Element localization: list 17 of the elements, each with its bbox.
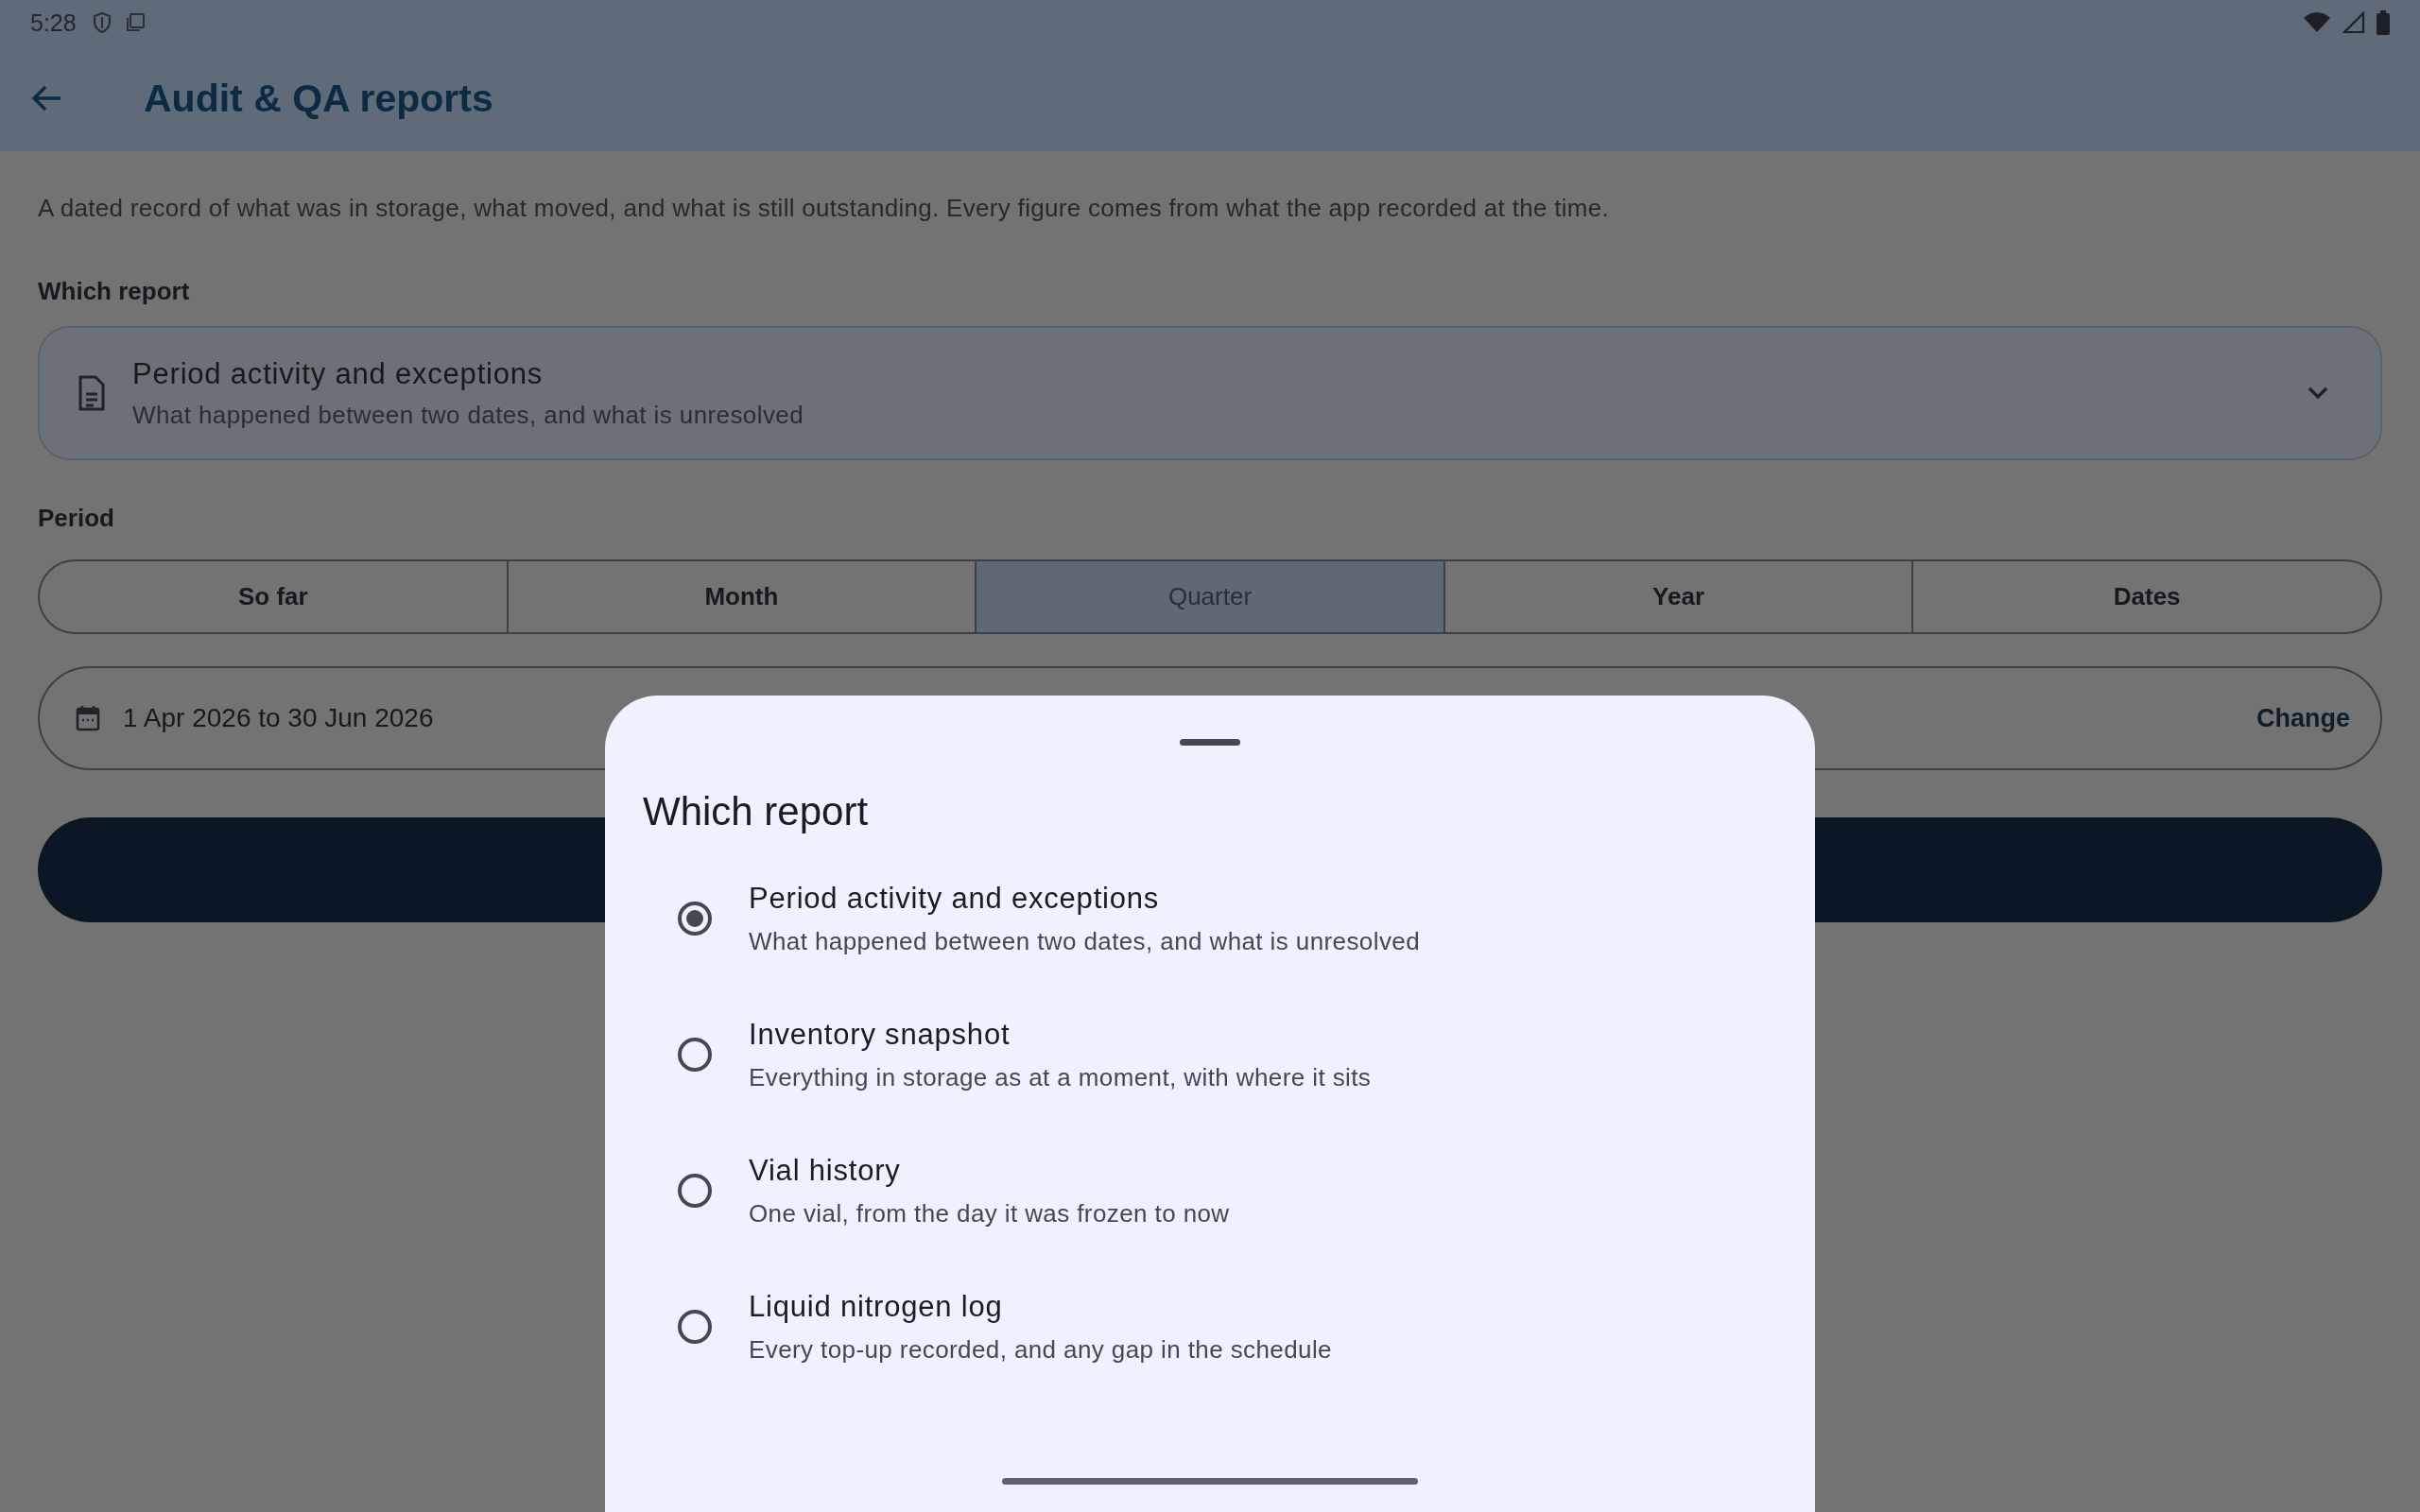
option-title: Liquid nitrogen log bbox=[749, 1289, 1004, 1324]
date-range-text: 1 Apr 2026 to 30 Jun 2026 bbox=[123, 703, 434, 733]
page-title: Audit & QA reports bbox=[144, 76, 493, 121]
section-label: Period bbox=[38, 503, 115, 534]
option-subtitle: Every top-up recorded, and any gap in the schedule bbox=[749, 1334, 1332, 1365]
option-title: Period activity and exceptions bbox=[749, 881, 1161, 916]
description-text: A dated record of what was in storage, what moved, and what is still outstanding. Every figure comes from what the app recorded at the time. bbox=[38, 193, 1611, 224]
option-subtitle: Everything in storage as at a moment, with where it sits bbox=[749, 1062, 1372, 1092]
option-title: Vial history bbox=[749, 1153, 902, 1188]
option-title: Inventory snapshot bbox=[749, 1017, 1011, 1052]
option-subtitle: What happened between two dates, and what is unresolved bbox=[749, 926, 1420, 956]
section-label: Which report bbox=[38, 276, 191, 307]
status-time: 5:28 bbox=[30, 9, 77, 37]
sheet-title: Which report bbox=[643, 788, 870, 835]
dropdown-title: Period activity and exceptions bbox=[132, 356, 544, 391]
option-subtitle: One vial, from the day it was frozen to now bbox=[749, 1198, 1230, 1228]
dropdown-subtitle: What happened between two dates, and what is unresolved bbox=[132, 400, 804, 430]
